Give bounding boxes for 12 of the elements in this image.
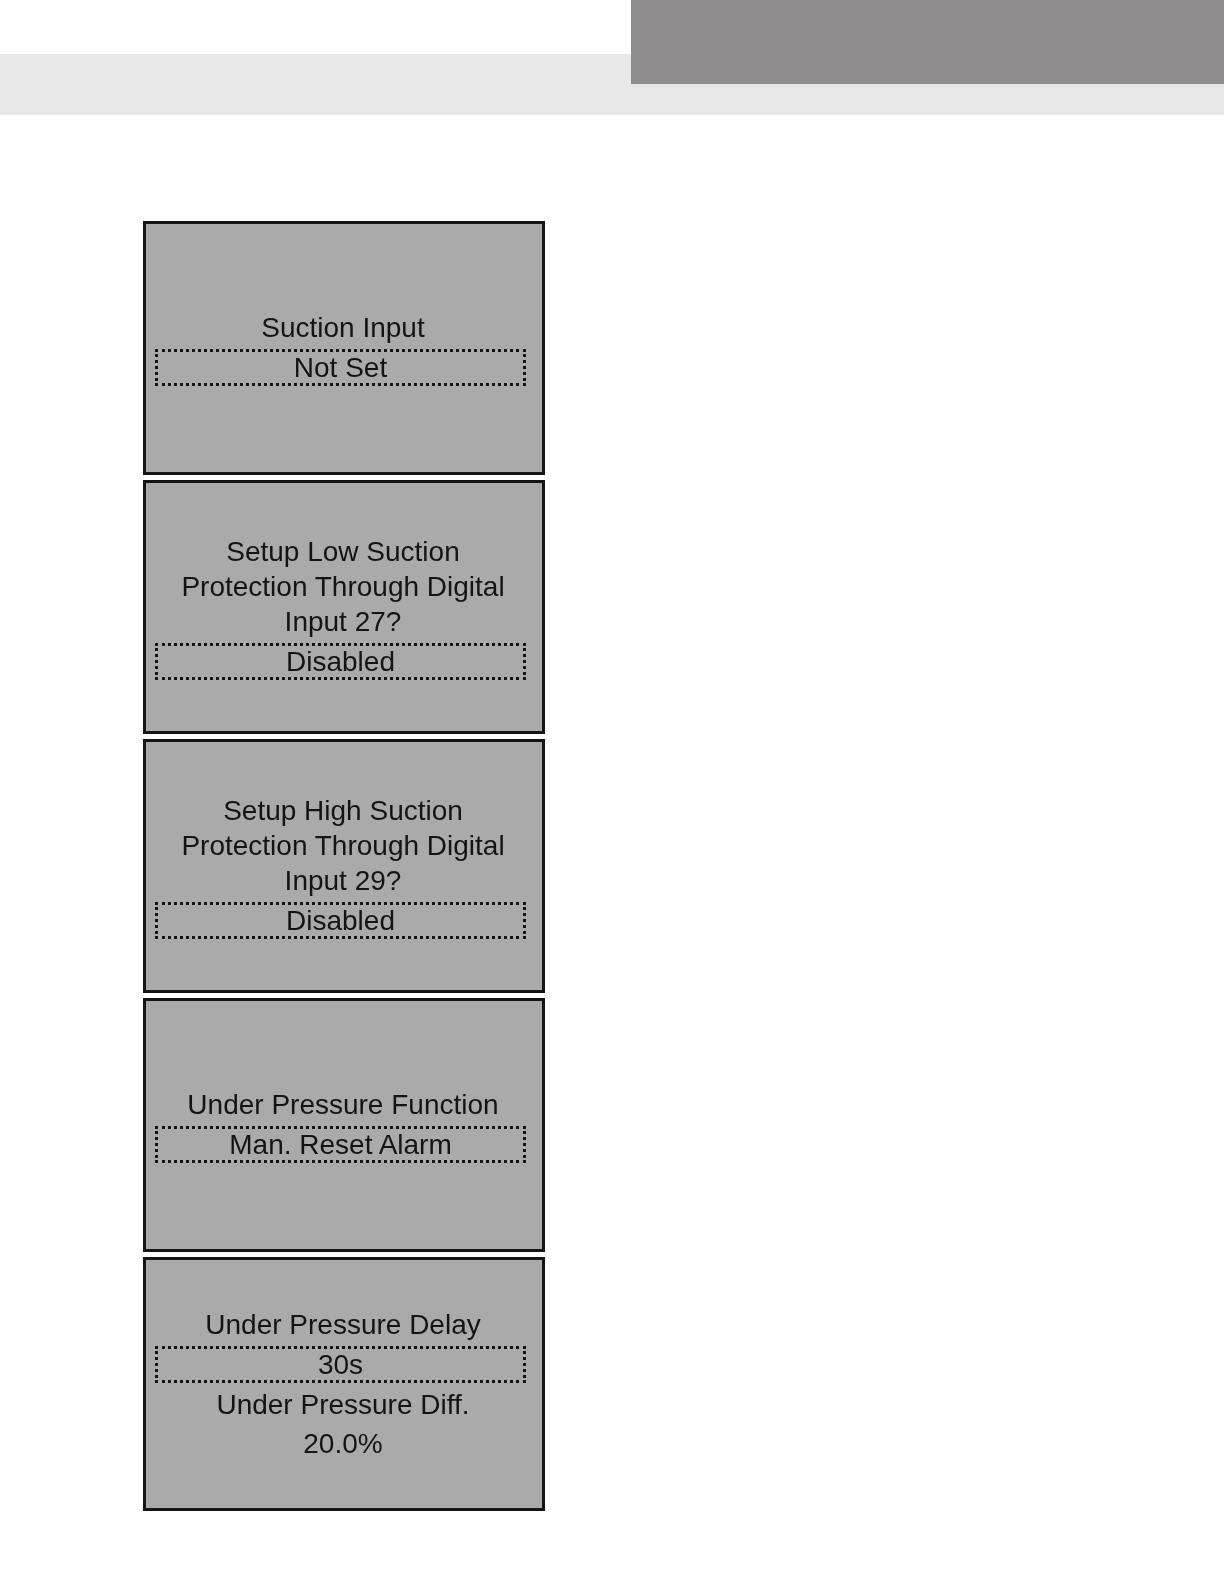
prompt-text: 20.0% [303,1427,383,1461]
value-field[interactable]: Disabled [155,902,526,939]
prompt-text: Under Pressure Function [187,1088,499,1122]
prompt-text: Under Pressure Diff. [216,1388,470,1422]
prompt-text: Under Pressure Delay [205,1308,481,1342]
value-field[interactable]: Disabled [155,643,526,680]
value-field[interactable]: 30s [155,1346,526,1383]
value-field[interactable]: Not Set [155,349,526,386]
prompt-text: Suction Input [261,311,425,345]
prompt-text: Setup Low Suction Protection Through Digital Input 27? [180,535,506,639]
prompt-text: Setup High Suction Protection Through Digital Input 29? [180,794,506,898]
value-field[interactable]: Man. Reset Alarm [155,1126,526,1163]
